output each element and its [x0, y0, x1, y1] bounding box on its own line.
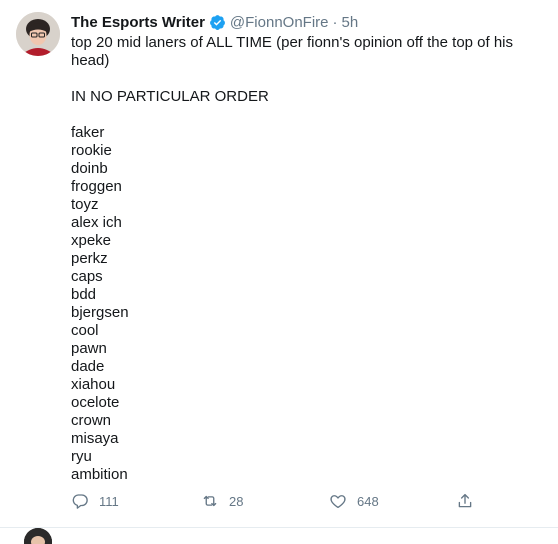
- list-item: cool: [71, 322, 99, 339]
- tweet-text-line: head): [71, 52, 110, 69]
- list-item: froggen: [71, 178, 122, 195]
- list-item: alex ich: [71, 214, 122, 231]
- list-item: rookie: [71, 142, 112, 159]
- avatar-image: [16, 12, 60, 56]
- list-item: bdd: [71, 286, 97, 303]
- avatar[interactable]: [16, 12, 60, 56]
- timestamp[interactable]: 5h: [342, 14, 359, 31]
- reply-button[interactable]: 111: [71, 490, 119, 512]
- reply-count: 111: [99, 493, 119, 509]
- heart-icon: [330, 495, 346, 509]
- tweet-subtitle: IN NO PARTICULAR ORDER: [71, 88, 269, 105]
- like-button[interactable]: 648: [329, 490, 379, 512]
- tweet-text-line: top 20 mid laners of ALL TIME (per fionn…: [71, 34, 514, 51]
- list-item: ocelote: [71, 394, 120, 411]
- list-item: ryu: [71, 448, 92, 465]
- verified-badge-icon: [209, 14, 225, 30]
- list-item: bjergsen: [71, 304, 129, 321]
- retweet-count: 28: [229, 493, 244, 509]
- retweet-icon: [203, 495, 217, 507]
- share-button[interactable]: [456, 490, 474, 512]
- tweet-text: top 20 mid laners of ALL TIME (per fionn…: [71, 34, 541, 484]
- list-item: caps: [71, 268, 103, 285]
- display-name[interactable]: The Esports Writer: [71, 14, 205, 31]
- share-icon: [458, 493, 472, 508]
- list-item: ambition: [71, 466, 128, 483]
- list-item: doinb: [71, 160, 108, 177]
- tweet-actions: 111 28 648: [71, 490, 481, 512]
- list-item: toyz: [71, 196, 99, 213]
- list-item: crown: [71, 412, 112, 429]
- separator-dot: ·: [332, 13, 338, 31]
- next-avatar-image: [24, 528, 52, 544]
- list-item: xpeke: [71, 232, 112, 249]
- retweet-button[interactable]: 28: [201, 490, 243, 512]
- tweet[interactable]: The Esports Writer @FionnOnFire · 5h top…: [0, 0, 558, 528]
- reply-icon: [72, 494, 88, 509]
- list-item: faker: [71, 124, 105, 141]
- tweet-header: The Esports Writer @FionnOnFire · 5h: [71, 12, 358, 32]
- list-item: pawn: [71, 340, 107, 357]
- list-item: misaya: [71, 430, 119, 447]
- list-item: xiahou: [71, 376, 116, 393]
- list-item: perkz: [71, 250, 108, 267]
- next-tweet-avatar[interactable]: [24, 528, 52, 544]
- list-item: dade: [71, 358, 105, 375]
- like-count: 648: [357, 493, 379, 509]
- handle[interactable]: @FionnOnFire: [230, 14, 329, 31]
